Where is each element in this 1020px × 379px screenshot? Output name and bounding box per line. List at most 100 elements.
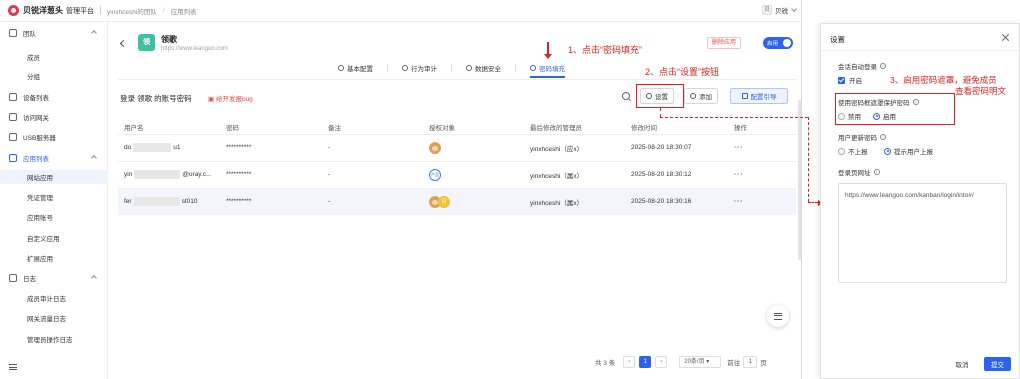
column-header: 操作: [728, 120, 796, 134]
sidebar-item-gateway[interactable]: 访问网关: [0, 110, 108, 124]
table-row[interactable]: yin @oray.c... ********** - 产品 yinxhceshi…: [118, 160, 796, 188]
info-icon[interactable]: i: [880, 134, 886, 140]
floating-menu-icon[interactable]: [767, 305, 789, 327]
chevron-down-icon: [791, 6, 797, 12]
search-icon[interactable]: [619, 89, 633, 103]
password-cell: **********: [220, 160, 322, 188]
brand-logo-icon: [8, 5, 19, 16]
chevron-up-icon: [91, 275, 97, 281]
username-prefix: fer: [124, 198, 132, 206]
scrollbar[interactable]: [798, 100, 801, 260]
sidebar-item-apps[interactable]: 应用列表: [0, 151, 108, 165]
user-menu[interactable]: 贝 贝锐: [762, 5, 797, 15]
chevron-up-icon: [91, 30, 97, 36]
group-avatar: 产品: [429, 168, 441, 181]
sidebar-item-usb[interactable]: USB服务器: [0, 130, 108, 144]
authorized-cell: 贝: [423, 187, 524, 215]
pagination: 共 3 条 ‹ 1 › 20条/页 ▾ 前往 1 页: [595, 356, 767, 368]
back-arrow-icon[interactable]: [119, 39, 128, 48]
app-enable-toggle[interactable]: 启用: [763, 37, 793, 49]
more-actions-button[interactable]: ···: [728, 187, 796, 215]
close-icon[interactable]: [1002, 34, 1009, 41]
sidebar-item-label: 日志: [23, 276, 36, 283]
sidebar-item-admin-log[interactable]: 管理员操作日志: [0, 332, 108, 346]
admin-cell: yinxhceshi（属x）: [524, 187, 625, 215]
sidebar-item-credentials[interactable]: 凭证管理: [0, 190, 108, 204]
submit-button[interactable]: 提交: [984, 357, 1011, 371]
more-actions-button[interactable]: ···: [728, 160, 796, 188]
sidebar-item-devices[interactable]: 设备列表: [0, 90, 108, 104]
more-actions-button[interactable]: ···: [728, 133, 796, 161]
sidebar-item-label: 团队: [23, 31, 36, 38]
login-url-label: 登录页网址 i: [838, 167, 880, 177]
config-guide-button[interactable]: 配置引导: [730, 88, 788, 104]
chevron-up-icon: [91, 155, 97, 161]
tab-divider: [515, 64, 516, 72]
sidebar-item-logs[interactable]: 日志: [0, 271, 108, 285]
sidebar-item-web-apps[interactable]: 网站应用: [0, 170, 108, 184]
sidebar-item-team[interactable]: 团队: [0, 26, 108, 40]
delete-app-button[interactable]: 删除应用: [707, 37, 742, 49]
sidebar-item-app-accounts[interactable]: 应用账号: [0, 210, 108, 224]
sidebar-item-gateway-traffic-log[interactable]: 网关流量日志: [0, 311, 108, 325]
info-icon[interactable]: i: [873, 169, 880, 175]
breadcrumb-team[interactable]: yinxhceshi的团队: [107, 6, 157, 16]
update-password-label-text: 用户更新密码: [838, 135, 877, 142]
login-url-label-text: 登录页网址: [838, 170, 871, 177]
update-password-label: 用户更新密码 i: [838, 132, 886, 142]
password-cell: **********: [220, 187, 322, 215]
page-number[interactable]: 1: [639, 356, 652, 368]
redaction-mask: [133, 143, 172, 152]
tab-password-fill[interactable]: 密码填充: [530, 61, 565, 78]
tab-behavior-audit[interactable]: 行为审计: [402, 61, 437, 75]
redaction-mask: [133, 197, 180, 207]
collapse-menu-icon[interactable]: [9, 364, 17, 370]
auto-login-option-label: 开启: [849, 78, 862, 85]
note-cell: -: [322, 133, 423, 161]
next-page-icon[interactable]: ›: [655, 356, 668, 368]
update-no-report-radio[interactable]: 不上报: [838, 146, 868, 156]
sidebar-item-label: 应用账号: [27, 215, 53, 222]
sidebar-item-label: 网关流量日志: [27, 316, 66, 323]
platform-name: 管理平台: [66, 7, 94, 15]
update-prompt-report-radio[interactable]: 提示用户上报: [884, 146, 933, 156]
admin-cell: yinxhceshi（属x）: [524, 160, 625, 188]
sidebar-item-members[interactable]: 成员: [0, 50, 108, 64]
prev-page-icon[interactable]: ‹: [623, 356, 636, 368]
page-size-select[interactable]: 20条/页 ▾: [679, 356, 722, 368]
add-button[interactable]: 添加: [684, 88, 718, 104]
tab-label: 行为审计: [411, 66, 437, 73]
page-size-value: 20条/页: [684, 359, 705, 365]
top-bar: 贝锐洋葱头 管理平台 yinxhceshi的团队 / 应用列表 贝 贝锐: [0, 0, 801, 22]
radio-label: 提示用户上报: [894, 149, 933, 156]
username-suffix: u1: [173, 144, 181, 152]
username-prefix: do: [124, 144, 132, 152]
tab-basic-config[interactable]: 基本配置: [338, 61, 373, 75]
table-row[interactable]: fer st010 ********** - 贝 yinxhceshi（属x） 2…: [118, 187, 796, 215]
goto-page-input[interactable]: 1: [743, 356, 758, 368]
sidebar-item-extension-apps[interactable]: 扩展应用: [0, 251, 108, 265]
config-guide-label: 配置引导: [750, 94, 777, 101]
info-icon[interactable]: i: [880, 63, 886, 69]
sidebar-item-custom-apps[interactable]: 自定义应用: [0, 231, 108, 245]
shield-icon: [466, 65, 472, 71]
note-cell: -: [322, 187, 423, 215]
app-name: 领歌: [161, 35, 177, 44]
auto-login-checkbox[interactable]: 开启: [838, 75, 862, 85]
sidebar-item-groups[interactable]: 分组: [0, 69, 108, 83]
username-cell: fer st010: [118, 187, 220, 215]
app-window: 贝锐洋葱头 管理平台 yinxhceshi的团队 / 应用列表 贝 贝锐 团队 …: [0, 0, 802, 379]
sidebar-item-label: 成员审计日志: [27, 296, 66, 303]
member-avatar: 贝: [438, 195, 450, 208]
tab-divider: [387, 64, 388, 72]
apps-icon: [9, 154, 17, 162]
table-row[interactable]: do u1 ********** - yinxhceshi（应x） 2025-08…: [118, 133, 796, 161]
login-url-textarea[interactable]: https://www.leangoo.com/kanban/login/int…: [838, 183, 1007, 283]
report-bug-link[interactable]: ▣ 给开发报bug: [208, 93, 253, 103]
username-suffix: st010: [181, 198, 198, 206]
tab-data-security[interactable]: 数据安全: [466, 61, 501, 75]
sidebar-item-member-audit-log[interactable]: 成员审计日志: [0, 291, 108, 305]
cancel-button[interactable]: 取消: [947, 357, 977, 371]
brand-logo[interactable]: 贝锐洋葱头 管理平台: [8, 5, 94, 16]
user-name: 贝锐: [775, 8, 788, 15]
